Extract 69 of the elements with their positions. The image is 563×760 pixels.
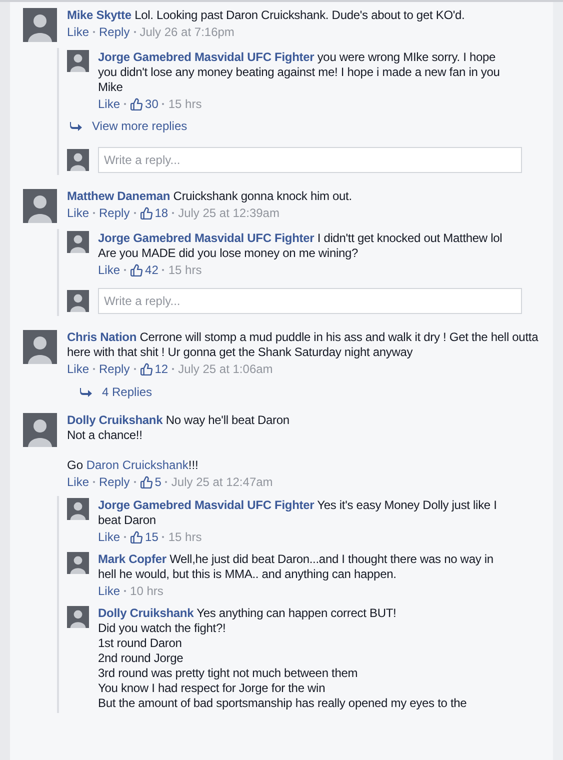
author-link[interactable]: Jorge Gamebred Masvidal UFC Fighter xyxy=(98,498,314,512)
like-link[interactable]: Like xyxy=(98,96,120,112)
author-link[interactable]: Matthew Daneman xyxy=(67,189,170,203)
like-count[interactable]: 15 xyxy=(145,529,158,545)
comment-text: Matthew Daneman Cruickshank gonna knock him out. xyxy=(67,189,353,204)
avatar[interactable] xyxy=(23,189,57,223)
timestamp: July 25 at 12:47am xyxy=(171,474,273,490)
like-count[interactable]: 30 xyxy=(145,96,158,112)
thumbs-up-icon xyxy=(130,264,144,276)
timestamp: 15 hrs xyxy=(168,96,202,112)
comment-text: Jorge Gamebred Masvidal UFC Fighter Yes it's easy Money Dolly just like I beat Daron xyxy=(98,498,498,528)
comment-text: Chris Nation Cerrone will stomp a mud puddle in his ass and walk it dry ! Get the hell outta here with that shit ! Ur gonna get the Shank Saturday night anyway xyxy=(67,330,540,360)
comment-text: Dolly Cruikshank Yes anything can happen correct BUT! Did you watch the fight?! 1st round Daron 2nd round Jorge 3rd round was pretty tight not much between them You know I had respect for Jorge for the win But the amount of bad sportsmanship has really opened my eyes to the xyxy=(98,606,468,711)
reply-link[interactable]: Reply xyxy=(99,361,130,377)
profile-link[interactable]: Daron Cruickshank xyxy=(86,458,188,472)
thumbs-up-icon xyxy=(140,362,153,376)
avatar[interactable] xyxy=(67,149,89,171)
timestamp: July 25 at 1:06am xyxy=(178,361,273,377)
reply-link[interactable]: Reply xyxy=(99,474,130,490)
timestamp: 10 hrs xyxy=(130,583,164,599)
timestamp: 15 hrs xyxy=(168,262,202,278)
avatar[interactable] xyxy=(67,606,89,628)
timestamp: July 26 at 7:16pm xyxy=(140,24,234,40)
comment-text: Mark Copfer Well,he just did beat Daron...and I thought there was no way in hell he would, but this is MMA.. and anything can happen. xyxy=(98,552,494,582)
view-more-replies-link[interactable]: View more replies xyxy=(70,119,553,133)
avatar[interactable] xyxy=(23,413,57,447)
like-link[interactable]: Like xyxy=(67,474,90,490)
like-count[interactable]: 42 xyxy=(145,262,158,278)
avatar[interactable] xyxy=(67,231,89,253)
author-link[interactable]: Dolly Cruikshank xyxy=(98,606,194,620)
avatar[interactable] xyxy=(67,50,89,72)
like-link[interactable]: Like xyxy=(98,262,120,278)
like-count[interactable]: 12 xyxy=(154,361,168,377)
like-count[interactable]: 5 xyxy=(154,474,162,490)
reply-link[interactable]: Reply xyxy=(99,24,130,40)
reply-link[interactable]: Reply xyxy=(99,205,130,221)
comment-text: Go Daron Cruickshank!!! xyxy=(67,458,200,473)
timestamp: July 25 at 12:39am xyxy=(178,205,280,221)
avatar[interactable] xyxy=(67,552,89,574)
author-link[interactable]: Chris Nation xyxy=(67,330,137,344)
comment-text: Jorge Gamebred Masvidal UFC Fighter I didn'tt get knocked out Matthew lol Are you MADE did you lose money on me wining? xyxy=(98,231,504,261)
thumbs-up-icon xyxy=(140,206,153,220)
reply-input[interactable]: Write a reply... xyxy=(98,147,522,173)
reply-arrow-icon xyxy=(80,388,92,396)
thumbs-up-icon xyxy=(140,476,153,488)
view-replies-link[interactable]: 4 Replies xyxy=(80,385,553,399)
reply-input[interactable]: Write a reply... xyxy=(98,288,522,314)
reply-arrow-icon xyxy=(70,122,82,130)
timestamp: 15 hrs xyxy=(168,529,202,545)
thumbs-up-icon xyxy=(130,98,144,110)
like-link[interactable]: Like xyxy=(98,583,120,599)
comment-text: Mike Skytte Lol. Looking past Daron Cruickshank. Dude's about to get KO'd. xyxy=(67,8,466,23)
author-link[interactable]: Dolly Cruikshank xyxy=(67,413,163,427)
comment-text: Jorge Gamebred Masvidal UFC Fighter you were wrong MIke sorry. I hope you didn't lose any money beating against me! I hope i made a new fan in you Mike xyxy=(98,50,501,95)
author-link[interactable]: Jorge Gamebred Masvidal UFC Fighter xyxy=(98,50,314,64)
comment-text: Dolly Cruikshank No way he'll beat Daron Not a chance!! xyxy=(67,413,290,443)
like-count[interactable]: 18 xyxy=(154,205,168,221)
like-link[interactable]: Like xyxy=(67,361,90,377)
like-link[interactable]: Like xyxy=(67,24,90,40)
author-link[interactable]: Mark Copfer xyxy=(98,552,166,566)
author-link[interactable]: Mike Skytte xyxy=(67,8,132,22)
avatar[interactable] xyxy=(23,8,57,42)
like-link[interactable]: Like xyxy=(67,205,90,221)
like-link[interactable]: Like xyxy=(98,529,120,545)
avatar[interactable] xyxy=(23,330,57,364)
author-link[interactable]: Jorge Gamebred Masvidal UFC Fighter xyxy=(98,231,314,245)
avatar[interactable] xyxy=(67,290,89,312)
avatar[interactable] xyxy=(67,498,89,520)
thumbs-up-icon xyxy=(130,530,144,544)
